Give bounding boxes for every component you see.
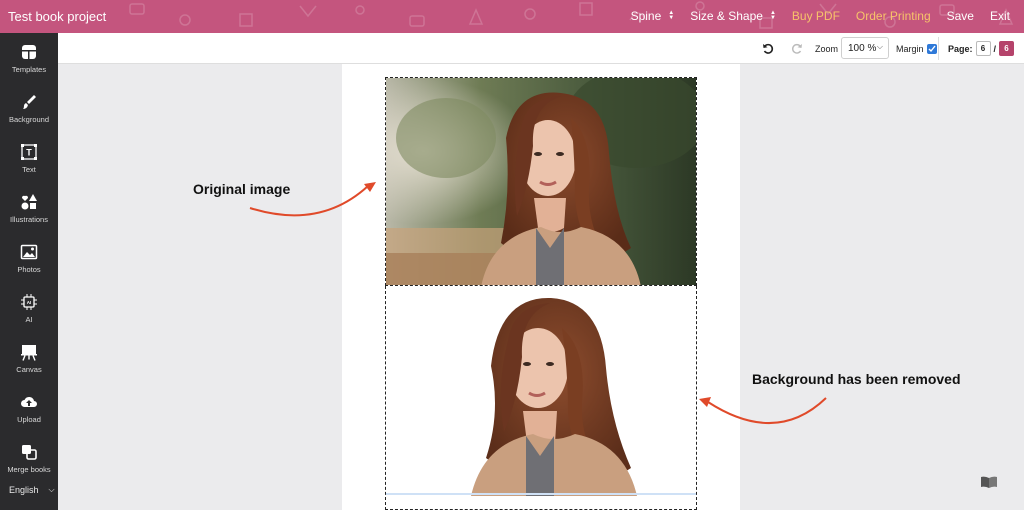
page-label: Page: (948, 43, 973, 54)
size-shape-menu[interactable]: Size & Shape ▲ ▼ (690, 9, 776, 23)
cloud-upload-icon (21, 396, 37, 407)
top-nav: Spine ▲ ▼ Size & Shape ▲ ▼ Buy PDF Order P… (615, 9, 1010, 23)
left-sidebar: Templates Background T Text Illustration… (0, 33, 58, 510)
chevron-down-icon: ⌵ (48, 485, 55, 494)
sidebar-item-templates[interactable]: Templates (0, 33, 58, 79)
spine-label: Spine (630, 9, 662, 23)
shapes-icon (21, 194, 37, 210)
annotation-removed: Background has been removed (752, 371, 961, 387)
updown-arrows-icon: ▲ ▼ (769, 10, 776, 21)
zoom-label: Zoom (815, 43, 839, 54)
templates-icon (22, 45, 36, 59)
image-icon (20, 244, 38, 260)
language-label: English (9, 485, 39, 495)
sidebar-item-background[interactable]: Background (0, 83, 58, 129)
redo-icon (792, 43, 802, 54)
undo-button[interactable] (762, 33, 774, 64)
margin-toggle[interactable]: Margin (896, 33, 937, 64)
svg-text:AI: AI (27, 300, 32, 305)
page-indicator: Page: 6 / 6 (948, 33, 1017, 64)
sidebar-item-upload[interactable]: Upload (0, 383, 58, 429)
buy-pdf-link[interactable]: Buy PDF (792, 9, 840, 23)
language-select[interactable]: English ⌵ (9, 485, 55, 495)
cutout-photo (471, 297, 637, 496)
toolbar-divider (938, 37, 939, 60)
size-shape-label: Size & Shape (690, 9, 763, 23)
redo-button[interactable] (791, 33, 803, 64)
order-printing-link[interactable]: Order Printing (856, 9, 931, 23)
frame-bottom-guide (386, 493, 696, 495)
svg-text:T: T (26, 148, 32, 158)
merge-icon (22, 445, 37, 460)
page-current-input[interactable]: 6 (975, 41, 991, 56)
chevron-down-icon: ⌵ (876, 42, 883, 51)
zoom-select[interactable]: 100 % ⌵ (841, 37, 889, 59)
annotation-original: Original image (193, 181, 291, 197)
margin-label: Margin (896, 43, 924, 54)
undo-icon (763, 43, 774, 54)
spine-menu[interactable]: Spine ▲ ▼ (631, 9, 675, 23)
sidebar-item-photos[interactable]: Photos (0, 233, 58, 279)
sidebar-item-text[interactable]: T Text (0, 133, 58, 179)
editor-toolbar: Zoom 100 % ⌵ Margin Page: 6 / 6 (58, 33, 1024, 64)
original-photo (386, 78, 696, 285)
easel-icon (21, 345, 37, 361)
updown-arrows-icon: ▲ ▼ (668, 10, 675, 21)
top-bar: Test book project Spine ▲ ▼ Size & Shape … (0, 0, 1024, 33)
page-separator: / (993, 43, 997, 54)
sidebar-item-ai[interactable]: AI AI (0, 283, 58, 329)
page-total-badge: 6 (999, 41, 1015, 56)
ai-chip-icon: AI (21, 294, 37, 310)
zoom-value: 100 % (848, 42, 877, 54)
exit-button[interactable]: Exit (990, 9, 1010, 23)
sidebar-item-canvas[interactable]: Canvas (0, 333, 58, 379)
text-icon: T (21, 144, 37, 160)
check-icon (928, 45, 936, 52)
project-title[interactable]: Test book project (8, 9, 106, 24)
book-icon[interactable] (980, 475, 998, 489)
sidebar-item-illustrations[interactable]: Illustrations (0, 183, 58, 229)
margin-checkbox[interactable] (926, 43, 937, 54)
removed-background-frame[interactable] (385, 286, 697, 510)
save-button[interactable]: Save (947, 9, 974, 23)
original-photo-frame[interactable] (385, 77, 697, 286)
sidebar-item-merge-books[interactable]: Merge books (0, 433, 58, 479)
paint-brush-icon (23, 95, 36, 109)
